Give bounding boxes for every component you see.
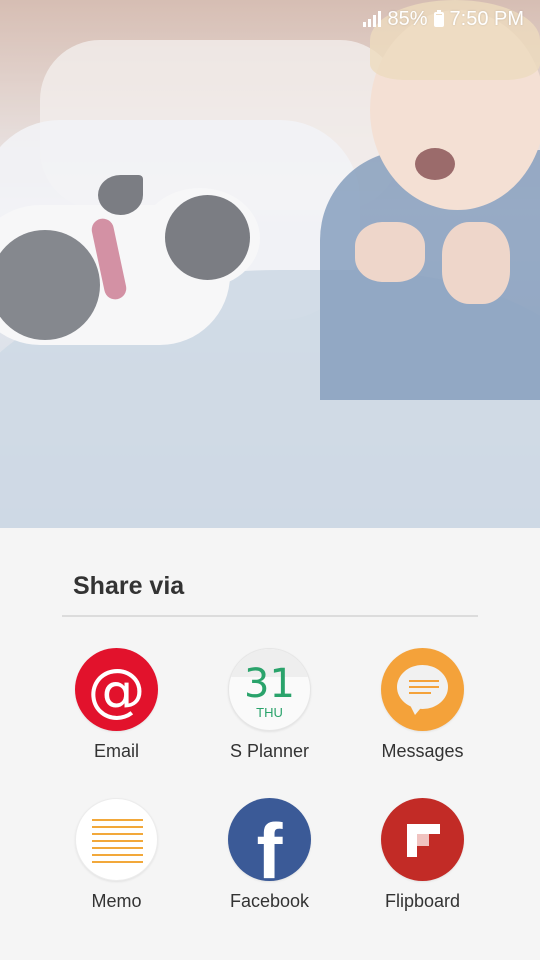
share-app-facebook[interactable]: f Facebook: [193, 798, 346, 912]
messages-icon: [381, 648, 464, 731]
share-app-flipboard[interactable]: Flipboard: [346, 798, 499, 912]
share-app-label: Facebook: [229, 891, 310, 911]
calendar-date: 31: [244, 661, 295, 707]
divider: [62, 615, 478, 617]
battery-percent: 85%: [387, 7, 428, 30]
share-app-label: Flipboard: [384, 891, 461, 911]
share-app-label: S Planner: [229, 741, 310, 761]
flipboard-icon: [381, 798, 464, 881]
share-app-email[interactable]: @ Email: [40, 648, 193, 762]
status-bar: 85% 7:50 PM: [0, 0, 540, 38]
share-app-label: Messages: [381, 741, 464, 761]
photo-overlay: [0, 0, 540, 528]
share-sheet: Share via @ Email 31 THU S Planner Messa…: [0, 528, 540, 960]
share-sheet-title: Share via: [73, 572, 185, 600]
clock: 7:50 PM: [449, 7, 524, 30]
memo-icon: [75, 798, 158, 881]
background-photo: [0, 0, 540, 528]
share-app-s-planner[interactable]: 31 THU S Planner: [193, 648, 346, 762]
calendar-icon: 31 THU: [228, 648, 311, 731]
share-app-label: Email: [93, 741, 139, 761]
share-app-memo[interactable]: Memo: [40, 798, 193, 912]
signal-icon: [363, 11, 382, 27]
share-app-grid: @ Email 31 THU S Planner Messages Memo f…: [40, 648, 500, 912]
battery-icon: [433, 9, 444, 27]
share-app-label: Memo: [91, 891, 142, 911]
share-app-messages[interactable]: Messages: [346, 648, 499, 762]
email-icon: @: [75, 648, 158, 731]
facebook-icon: f: [228, 798, 311, 881]
calendar-weekday: THU: [256, 705, 283, 720]
